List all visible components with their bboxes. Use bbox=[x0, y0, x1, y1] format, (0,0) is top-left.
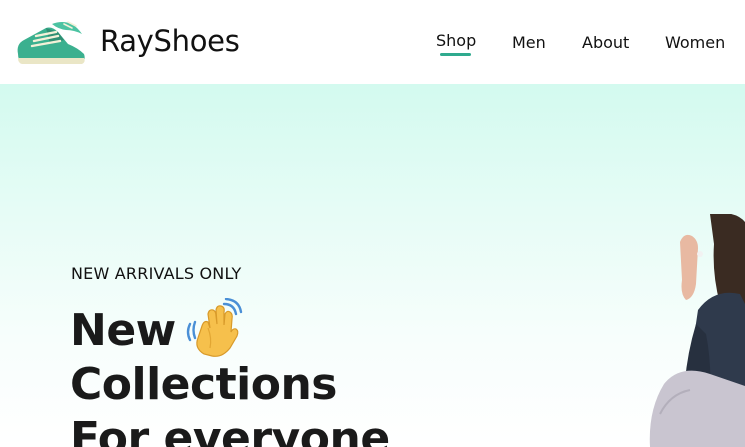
nav-item-women[interactable]: Women bbox=[665, 33, 725, 52]
hero-section: NEW ARRIVALS ONLY New Collections For ev… bbox=[0, 84, 745, 447]
nav-item-shop[interactable]: Shop bbox=[436, 31, 476, 50]
headline-line-3: For everyone bbox=[70, 413, 390, 447]
waving-hand-icon bbox=[186, 298, 243, 357]
main-nav: Shop Men About Women bbox=[0, 0, 745, 84]
hero-eyebrow: NEW ARRIVALS ONLY bbox=[71, 264, 242, 283]
headline-line-2: Collections bbox=[70, 359, 337, 410]
nav-item-about[interactable]: About bbox=[582, 33, 629, 52]
site-navbar: RayShoes Shop Men About Women bbox=[0, 0, 745, 84]
nav-item-men[interactable]: Men bbox=[512, 33, 546, 52]
active-nav-indicator bbox=[440, 53, 471, 56]
model-photo bbox=[649, 214, 745, 447]
